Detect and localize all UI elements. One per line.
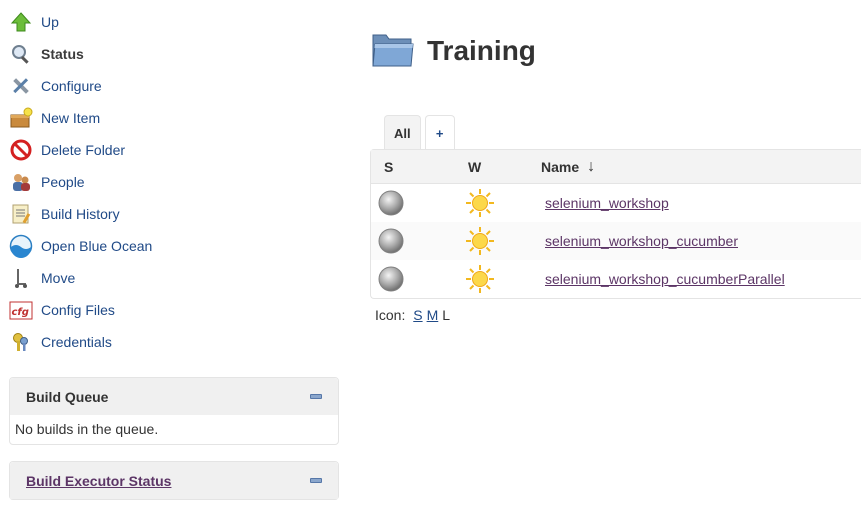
job-link[interactable]: selenium_workshop_cucumberParallel [545, 271, 785, 287]
add-view-tab[interactable]: + [424, 115, 455, 151]
task-configure[interactable]: Configure [9, 70, 339, 102]
build-queue-message: No builds in the queue. [15, 421, 159, 437]
page-title: Training [427, 34, 536, 66]
task-label[interactable]: People [41, 174, 85, 190]
sunny-icon [465, 264, 541, 294]
task-label[interactable]: New Item [41, 110, 100, 126]
table-row: selenium_workshop [371, 184, 861, 222]
new-item-box-icon [9, 106, 33, 130]
people-icon [9, 170, 33, 194]
folder-icon [371, 30, 415, 71]
task-label[interactable]: Open Blue Ocean [41, 238, 152, 254]
icon-size-label: Icon: [375, 307, 406, 323]
executor-status-pane: Build Executor Status [9, 461, 339, 500]
column-header-weather[interactable]: W [465, 159, 541, 175]
wrench-screwdriver-icon [9, 74, 33, 98]
icon-size-selector: Icon: SML [375, 307, 450, 323]
sunny-icon [465, 188, 541, 218]
sort-arrow-icon: ↓ [587, 157, 596, 175]
job-link[interactable]: selenium_workshop [545, 195, 669, 211]
task-new-item[interactable]: New Item [9, 102, 339, 134]
column-header-name[interactable]: Name ↓ [541, 158, 861, 176]
task-label[interactable]: Build History [41, 206, 120, 222]
tab-all[interactable]: All [384, 115, 421, 151]
task-label[interactable]: Credentials [41, 334, 112, 350]
task-label[interactable]: Status [41, 46, 84, 62]
magnifier-icon [9, 42, 33, 66]
task-label[interactable]: Move [41, 270, 75, 286]
icon-size-large-current: L [442, 307, 451, 323]
task-people[interactable]: People [9, 166, 339, 198]
delete-no-icon [9, 138, 33, 162]
build-queue-header: Build Queue [10, 378, 338, 415]
task-up[interactable]: Up [9, 6, 339, 38]
table-row: selenium_workshop_cucumber [371, 222, 861, 260]
task-build-history[interactable]: Build History [9, 198, 339, 230]
column-name-label[interactable]: Name [541, 159, 579, 175]
projects-table: S W Name ↓ selenium_workshop selenium_wo… [370, 149, 861, 299]
up-arrow-icon [9, 10, 33, 34]
collapse-icon[interactable] [310, 394, 322, 399]
cfg-file-icon: cfg [9, 298, 33, 322]
main-panel: Training All + S W Name ↓ selenium_works… [370, 0, 861, 515]
task-label[interactable]: Configure [41, 78, 102, 94]
move-icon [9, 266, 33, 290]
executor-status-header: Build Executor Status [10, 462, 338, 499]
task-label[interactable]: Up [41, 14, 59, 30]
task-open-blue-ocean[interactable]: Open Blue Ocean [9, 230, 339, 262]
blue-ocean-icon [9, 234, 33, 258]
keys-icon [9, 330, 33, 354]
table-row: selenium_workshop_cucumberParallel [371, 260, 861, 298]
page-title-row: Training [371, 30, 536, 71]
task-move[interactable]: Move [9, 262, 339, 294]
view-tabs: All + [384, 115, 459, 151]
grey-ball-icon [371, 228, 465, 254]
executor-status-link[interactable]: Build Executor Status [26, 473, 171, 489]
task-delete-folder[interactable]: Delete Folder [9, 134, 339, 166]
grey-ball-icon [371, 266, 465, 292]
collapse-icon[interactable] [310, 478, 322, 483]
task-status[interactable]: Status [9, 38, 339, 70]
icon-size-small-link[interactable]: S [413, 307, 422, 323]
sunny-icon [465, 226, 541, 256]
job-link[interactable]: selenium_workshop_cucumber [545, 233, 738, 249]
grey-ball-icon [371, 190, 465, 216]
build-queue-title: Build Queue [26, 388, 109, 405]
task-label[interactable]: Delete Folder [41, 142, 125, 158]
build-queue-pane: Build Queue No builds in the queue. [9, 377, 339, 445]
task-config-files[interactable]: cfg Config Files [9, 294, 339, 326]
task-label[interactable]: Config Files [41, 302, 115, 318]
task-credentials[interactable]: Credentials [9, 326, 339, 358]
table-header: S W Name ↓ [371, 150, 861, 184]
icon-size-medium-link[interactable]: M [427, 307, 439, 323]
sidebar-tasks: Up Status Configure New Item Delete Fold… [9, 6, 339, 358]
column-header-status[interactable]: S [371, 159, 465, 175]
notepad-icon [9, 202, 33, 226]
svg-text:cfg: cfg [12, 307, 29, 318]
